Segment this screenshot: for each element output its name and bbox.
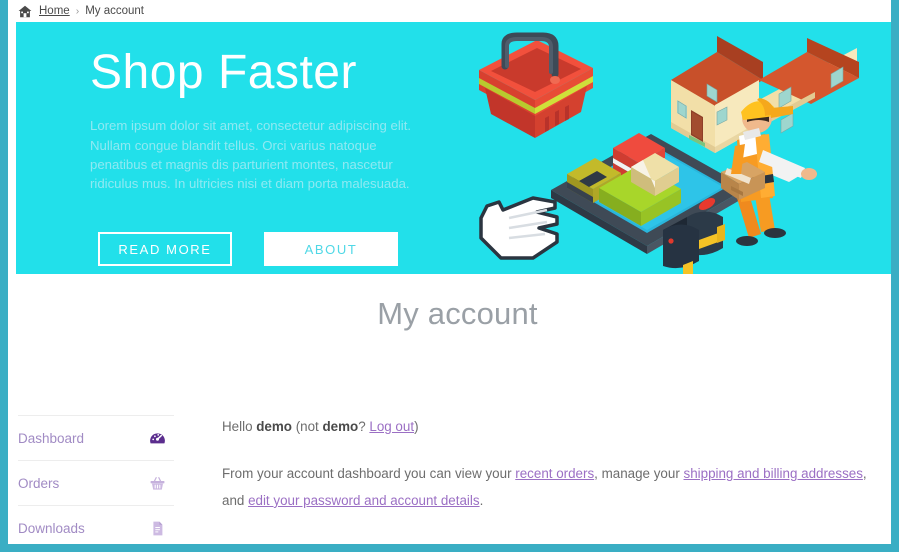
- hero-copy: Shop Faster Lorem ipsum dolor sit amet, …: [90, 46, 460, 193]
- breadcrumb-current-page: My account: [85, 5, 144, 17]
- intro-part-2: , manage your: [594, 466, 684, 482]
- edit-password-account-details-link[interactable]: edit your password and account details: [248, 493, 480, 508]
- home-icon: [18, 5, 32, 18]
- greeting-not-open: (not: [291, 419, 323, 434]
- basket-icon: [149, 475, 166, 492]
- hero-illustration: [459, 22, 891, 274]
- greeting-close: ): [414, 419, 419, 434]
- account-sidebar-nav: Dashboard Orders Downloads: [18, 415, 174, 544]
- intro-part-1: From your account dashboard you can view…: [222, 466, 516, 482]
- browser-page-frame: Shop Faster Lorem ipsum dolor sit amet, …: [0, 0, 899, 552]
- hero-button-group: READ MORE ABOUT: [98, 232, 398, 266]
- breadcrumb-home-link[interactable]: Home: [39, 5, 70, 17]
- greeting-not-username: demo: [322, 419, 359, 434]
- sidebar-item-label: Downloads: [18, 520, 85, 536]
- pointer-hand-cursor-icon: [479, 196, 559, 260]
- sidebar-item-dashboard[interactable]: Dashboard: [18, 415, 174, 460]
- hero-banner: Shop Faster Lorem ipsum dolor sit amet, …: [16, 22, 891, 274]
- recent-orders-link[interactable]: recent orders: [515, 466, 594, 481]
- file-download-icon: [149, 520, 166, 537]
- hero-subtitle: Lorem ipsum dolor sit amet, consectetur …: [90, 118, 412, 191]
- breadcrumb-separator: ›: [75, 5, 80, 17]
- sidebar-item-downloads[interactable]: Downloads: [18, 505, 174, 544]
- greeting-hello: Hello: [222, 419, 257, 434]
- log-out-link[interactable]: Log out: [369, 419, 414, 434]
- dashboard-gauge-icon: [149, 430, 166, 447]
- shopping-basket-icon: [479, 32, 593, 138]
- hero-title: Shop Faster: [90, 46, 357, 99]
- page-title: My account: [377, 296, 538, 331]
- greeting-question: ?: [358, 419, 370, 434]
- greeting-username: demo: [256, 419, 292, 434]
- greeting-text: Hello demo (not demo? Log out): [222, 417, 891, 437]
- dashboard-intro-text: From your account dashboard you can view…: [222, 461, 891, 515]
- sidebar-item-label: Dashboard: [18, 430, 85, 446]
- read-more-button[interactable]: READ MORE: [98, 232, 232, 266]
- intro-part-4: .: [479, 492, 484, 508]
- sidebar-item-orders[interactable]: Orders: [18, 460, 174, 505]
- sidebar-item-label: Orders: [18, 475, 60, 491]
- account-content: Hello demo (not demo? Log out) From your…: [222, 417, 891, 515]
- shipping-billing-addresses-link[interactable]: shipping and billing addresses: [684, 466, 863, 481]
- breadcrumb: Home › My account: [0, 0, 899, 22]
- about-button[interactable]: ABOUT: [264, 232, 398, 266]
